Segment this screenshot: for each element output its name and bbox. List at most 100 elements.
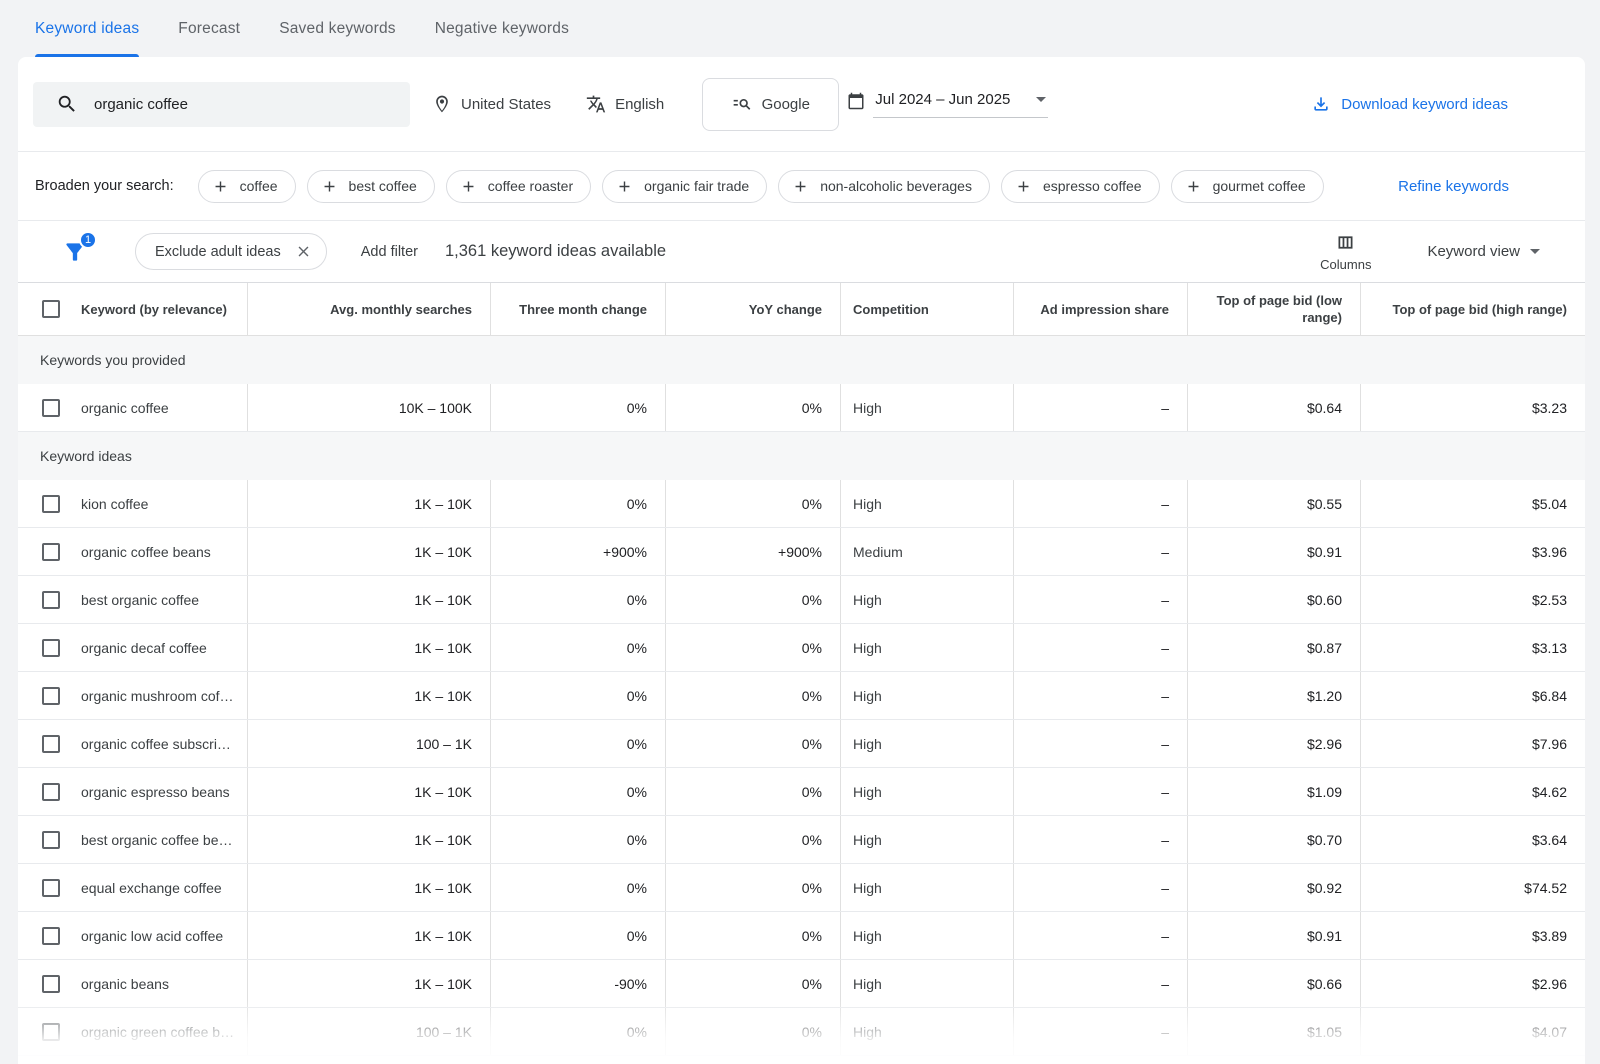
table-body: Keywords you provided organic coffee 10K…	[18, 336, 1585, 1056]
location-selector[interactable]: United States	[432, 94, 551, 114]
competition-cell: High	[840, 1008, 1013, 1055]
top-of-page-bid-low-cell: $0.55	[1187, 480, 1360, 527]
checkbox-cell	[18, 528, 81, 575]
row-checkbox[interactable]	[42, 687, 60, 705]
row-checkbox[interactable]	[42, 543, 60, 561]
tab-label: Forecast	[178, 20, 240, 38]
keyword-cell: organic mushroom cof…	[81, 672, 247, 719]
table-row: organic coffee 10K – 100K 0% 0% High – $…	[18, 384, 1585, 432]
top-of-page-bid-high-cell: $4.07	[1360, 1008, 1585, 1055]
top-of-page-bid-low-cell: $1.09	[1187, 768, 1360, 815]
filter-count-badge: 1	[79, 231, 97, 249]
avg-monthly-searches-cell: 1K – 10K	[247, 912, 490, 959]
avg-monthly-searches-cell: 1K – 10K	[247, 480, 490, 527]
language-selector[interactable]: English	[586, 94, 664, 114]
avg-monthly-searches-cell: 1K – 10K	[247, 576, 490, 623]
add-filter-button[interactable]: Add filter	[361, 244, 418, 260]
tab-saved-keywords[interactable]: Saved keywords	[279, 0, 396, 57]
date-range-picker[interactable]: Jul 2024 – Jun 2025	[847, 90, 1048, 118]
row-checkbox[interactable]	[42, 591, 60, 609]
top-of-page-bid-high-cell: $74.52	[1360, 864, 1585, 911]
header-top-of-page-bid-high[interactable]: Top of page bid (high range)	[1360, 283, 1585, 335]
search-input[interactable]	[94, 96, 398, 113]
download-keyword-ideas-button[interactable]: Download keyword ideas	[1311, 94, 1508, 114]
tab-keyword-ideas[interactable]: Keyword ideas	[35, 0, 139, 57]
header-three-month-change[interactable]: Three month change	[490, 283, 665, 335]
broaden-chip-best-coffee[interactable]: best coffee	[307, 170, 435, 203]
header-competition[interactable]: Competition	[840, 283, 1013, 335]
row-checkbox[interactable]	[42, 495, 60, 513]
row-checkbox[interactable]	[42, 639, 60, 657]
exclude-adult-ideas-chip[interactable]: Exclude adult ideas	[135, 233, 327, 270]
table-row: organic green coffee b… 100 – 1K 0% 0% H…	[18, 1008, 1585, 1056]
competition-cell: High	[840, 768, 1013, 815]
broaden-chip-gourmet-coffee[interactable]: gourmet coffee	[1171, 170, 1324, 203]
ad-impression-share-cell: –	[1013, 672, 1187, 719]
top-of-page-bid-high-cell: $5.04	[1360, 480, 1585, 527]
avg-monthly-searches-cell: 1K – 10K	[247, 672, 490, 719]
header-top-of-page-bid-low[interactable]: Top of page bid (low range)	[1187, 283, 1360, 335]
three-month-change-cell: -90%	[490, 960, 665, 1007]
top-of-page-bid-low-cell: $1.05	[1187, 1008, 1360, 1055]
ad-impression-share-cell: –	[1013, 720, 1187, 767]
refine-keywords-link[interactable]: Refine keywords	[1398, 178, 1509, 195]
competition-cell: Medium	[840, 528, 1013, 575]
manage-search-icon	[732, 94, 752, 114]
broaden-chip-coffee-roaster[interactable]: coffee roaster	[446, 170, 591, 203]
header-avg-monthly-searches[interactable]: Avg. monthly searches	[247, 283, 490, 335]
network-selector[interactable]: Google	[702, 78, 839, 131]
top-of-page-bid-high-cell: $3.96	[1360, 528, 1585, 575]
top-of-page-bid-high-cell: $3.64	[1360, 816, 1585, 863]
avg-monthly-searches-cell: 1K – 10K	[247, 528, 490, 575]
row-checkbox[interactable]	[42, 399, 60, 417]
keyword-view-dropdown[interactable]: Keyword view	[1427, 243, 1540, 260]
three-month-change-cell: 0%	[490, 576, 665, 623]
keyword-planner-card: United States English Google Jul 2024 – …	[18, 57, 1585, 1064]
header-yoy-change[interactable]: YoY change	[665, 283, 840, 335]
row-checkbox[interactable]	[42, 1023, 60, 1041]
broaden-chip-organic-fair-trade[interactable]: organic fair trade	[602, 170, 767, 203]
table-row: best organic coffee be… 1K – 10K 0% 0% H…	[18, 816, 1585, 864]
table-row: organic decaf coffee 1K – 10K 0% 0% High…	[18, 624, 1585, 672]
ad-impression-share-cell: –	[1013, 1008, 1187, 1055]
select-all-checkbox[interactable]	[42, 300, 60, 318]
broaden-chip-non-alcoholic-beverages[interactable]: non-alcoholic beverages	[778, 170, 990, 203]
keyword-cell: organic espresso beans	[81, 768, 247, 815]
location-pin-icon	[432, 94, 452, 114]
three-month-change-cell: 0%	[490, 864, 665, 911]
row-checkbox[interactable]	[42, 927, 60, 945]
checkbox-cell	[18, 384, 81, 431]
tab-negative-keywords[interactable]: Negative keywords	[435, 0, 569, 57]
chip-label: best coffee	[349, 178, 417, 194]
checkbox-cell	[18, 864, 81, 911]
broaden-chip-coffee[interactable]: coffee	[198, 170, 296, 203]
header-ad-impression-share[interactable]: Ad impression share	[1013, 283, 1187, 335]
row-checkbox[interactable]	[42, 831, 60, 849]
ad-impression-share-cell: –	[1013, 576, 1187, 623]
chevron-down-icon	[1530, 249, 1540, 254]
yoy-change-cell: 0%	[665, 960, 840, 1007]
keyword-search-box[interactable]	[33, 82, 410, 127]
tab-forecast[interactable]: Forecast	[178, 0, 240, 57]
three-month-change-cell: 0%	[490, 624, 665, 671]
keyword-cell: best organic coffee be…	[81, 816, 247, 863]
yoy-change-cell: 0%	[665, 480, 840, 527]
three-month-change-cell: 0%	[490, 768, 665, 815]
broaden-chip-espresso-coffee[interactable]: espresso coffee	[1001, 170, 1160, 203]
three-month-change-cell: 0%	[490, 720, 665, 767]
filter-button[interactable]: 1	[62, 239, 88, 265]
chip-label: coffee roaster	[488, 178, 573, 194]
top-of-page-bid-high-cell: $7.96	[1360, 720, 1585, 767]
top-of-page-bid-low-cell: $0.66	[1187, 960, 1360, 1007]
row-checkbox[interactable]	[42, 975, 60, 993]
row-checkbox[interactable]	[42, 879, 60, 897]
row-checkbox[interactable]	[42, 783, 60, 801]
row-checkbox[interactable]	[42, 735, 60, 753]
avg-monthly-searches-cell: 10K – 100K	[247, 384, 490, 431]
header-keyword[interactable]: Keyword (by relevance)	[81, 283, 247, 335]
filter-bar: 1 Exclude adult ideas Add filter 1,361 k…	[18, 221, 1585, 283]
date-range-label: Jul 2024 – Jun 2025	[875, 91, 1010, 108]
close-icon[interactable]	[295, 243, 312, 260]
keyword-cell: best organic coffee	[81, 576, 247, 623]
columns-button[interactable]: Columns	[1320, 232, 1371, 272]
